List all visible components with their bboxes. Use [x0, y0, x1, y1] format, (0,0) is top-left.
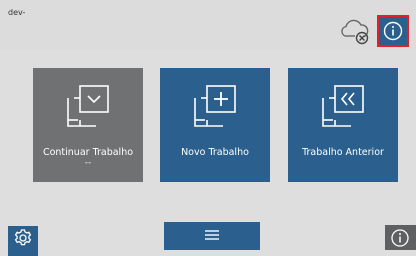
menu-button[interactable] — [164, 222, 260, 250]
cloud-disconnected-icon — [341, 19, 369, 45]
info-bottom-button[interactable] — [385, 225, 416, 250]
continue-work-tile[interactable]: Continuar Trabalho -- — [33, 68, 143, 182]
device-label: dev- — [8, 8, 26, 17]
gear-icon — [14, 229, 32, 246]
window-chevron-down-icon — [67, 85, 109, 127]
info-icon — [383, 21, 403, 41]
hamburger-menu-icon — [205, 230, 219, 240]
previous-work-tile[interactable]: Trabalho Anterior — [288, 68, 398, 182]
info-icon — [391, 229, 409, 247]
tile-label: Trabalho Anterior — [302, 147, 384, 158]
new-work-tile[interactable]: Novo Trabalho — [160, 68, 270, 182]
settings-button[interactable] — [8, 226, 38, 256]
tile-label: Novo Trabalho — [181, 147, 249, 158]
info-button[interactable] — [377, 15, 409, 47]
window-double-chevron-left-icon — [322, 85, 364, 127]
window-plus-icon — [194, 85, 236, 127]
top-bar: dev- — [0, 0, 416, 50]
tile-sublabel: -- — [84, 158, 92, 168]
